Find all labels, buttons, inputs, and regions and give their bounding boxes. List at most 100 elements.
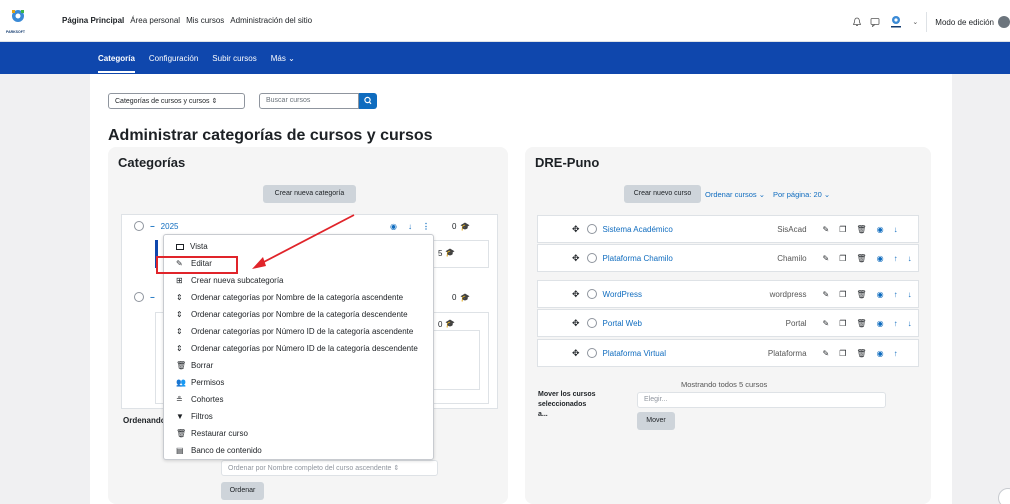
edit-mode-toggle[interactable] [998,16,1010,28]
avatar[interactable] [888,14,904,30]
menu-item-create-subcategory[interactable]: ⊞ Crear nueva subcategoría [176,276,284,285]
course-row[interactable]: ✥ Sistema Académico SisAcad ✎ ❐ 🗑 ◉ ↓ [537,215,919,243]
nav-site-admin[interactable]: Administración del sitio [230,16,312,25]
eye-icon[interactable]: ◉ [877,319,884,328]
copy-icon[interactable]: ❐ [839,290,846,299]
copy-icon[interactable]: ❐ [839,254,846,263]
move-handle-icon[interactable]: ✥ [572,253,580,264]
move-target-select[interactable]: Elegir... [637,392,886,408]
arrow-up-icon[interactable]: ↑ [894,290,898,299]
arrow-down-icon[interactable]: ↓ [908,290,912,299]
trash-icon[interactable]: 🗑 [856,319,866,328]
arrow-down-icon[interactable]: ↓ [908,254,912,263]
trash-icon[interactable]: 🗑 [856,290,866,299]
course-checkbox[interactable] [586,224,597,234]
menu-item-sort-name-desc[interactable]: ⇕ Ordenar categorías por Nombre de la cat… [176,310,408,319]
eye-icon[interactable]: ◉ [877,225,884,234]
trash-icon[interactable]: 🗑 [856,349,866,358]
course-name[interactable]: Portal Web [603,319,753,328]
course-name[interactable]: WordPress [603,290,753,299]
category-name[interactable]: 2025 [161,222,179,231]
pencil-icon[interactable]: ✎ [823,225,830,234]
kebab-menu-icon[interactable]: ⋮ [422,222,430,231]
course-name[interactable]: Sistema Académico [603,225,753,234]
menu-item-view[interactable]: Vista [176,242,208,251]
course-row[interactable]: ✥ Plataforma Chamilo Chamilo ✎ ❐ 🗑 ◉ ↑ ↓ [537,244,919,272]
copy-icon[interactable]: ❐ [839,349,846,358]
move-handle-icon[interactable]: ✥ [572,348,580,359]
pencil-icon[interactable]: ✎ [823,254,830,263]
tab-more[interactable]: Más ⌄ [271,54,295,63]
create-course-button[interactable]: Crear nuevo curso [624,185,701,203]
menu-item-cohorts[interactable]: ≗ Cohortes [176,395,223,404]
move-handle-icon[interactable]: ✥ [572,224,580,235]
tab-settings[interactable]: Configuración [149,54,198,63]
course-checkbox[interactable] [586,318,597,328]
edit-mode-label: Modo de edición [935,17,994,27]
course-row[interactable]: ✥ Plataforma Virtual Plataforma ✎ ❐ 🗑 ◉ … [537,339,919,367]
eye-icon[interactable]: ◉ [390,222,397,231]
course-checkbox[interactable] [586,289,597,299]
view-select[interactable]: Categorías de cursos y cursos ⇕ [108,93,245,109]
move-button[interactable]: Mover [637,412,675,430]
arrow-down-icon[interactable]: ↓ [894,225,898,234]
bell-icon[interactable] [852,17,862,27]
chat-icon[interactable] [870,17,880,27]
sort-courses-select[interactable]: Ordenar por Nombre completo del curso as… [221,460,438,476]
sort-icon: ⇕ [176,293,183,302]
nav-my-courses[interactable]: Mis cursos [186,16,224,25]
pencil-icon[interactable]: ✎ [823,290,830,299]
sort-button[interactable]: Ordenar [221,482,264,500]
arrow-down-icon[interactable]: ↓ [408,222,412,231]
move-handle-icon[interactable]: ✥ [572,318,580,329]
menu-item-restore-course[interactable]: 🗑 Restaurar curso [176,429,248,438]
trash-icon[interactable]: 🗑 [856,225,866,234]
help-button[interactable] [998,488,1010,504]
copy-icon[interactable]: ❐ [839,319,846,328]
pencil-icon[interactable]: ✎ [823,319,830,328]
tab-upload-courses[interactable]: Subir cursos [212,54,256,63]
sort-courses-menu[interactable]: Ordenar cursos ⌄ [705,190,765,199]
menu-item-permissions[interactable]: 👥 Permisos [176,378,224,387]
collapse-icon[interactable]: − [150,293,155,302]
eye-icon[interactable]: ◉ [877,349,884,358]
course-name[interactable]: Plataforma Chamilo [603,254,753,263]
menu-item-filters[interactable]: ▼ Filtros [176,412,213,421]
graduation-cap-icon: 🎓 [445,248,455,257]
menu-item-content-bank[interactable]: ▤ Banco de contenido [176,446,262,455]
menu-item-sort-name-asc[interactable]: ⇕ Ordenar categorías por Nombre de la cat… [176,293,403,302]
course-row[interactable]: ✥ Portal Web Portal ✎ ❐ 🗑 ◉ ↑ ↓ [537,309,919,337]
create-category-button[interactable]: Crear nueva categoría [263,185,356,203]
nav-home[interactable]: Página Principal [62,16,124,25]
trash-icon[interactable]: 🗑 [856,254,866,263]
menu-item-delete[interactable]: 🗑 Borrar [176,361,213,370]
eye-icon[interactable]: ◉ [877,254,884,263]
arrow-up-icon[interactable]: ↑ [894,254,898,263]
sitemap-icon: ⊞ [176,276,183,285]
course-shortname: Plataforma [767,348,807,358]
collapse-icon[interactable]: − [150,222,155,231]
category-checkbox[interactable] [134,292,144,302]
move-handle-icon[interactable]: ✥ [572,289,580,300]
copy-icon[interactable]: ❐ [839,225,846,234]
menu-item-sort-id-asc[interactable]: ⇕ Ordenar categorías por Número ID de la … [176,327,413,336]
category-checkbox[interactable] [134,221,144,231]
sort-icon: ⇕ [176,310,183,319]
nav-dashboard[interactable]: Área personal [130,16,180,25]
arrow-up-icon[interactable]: ↑ [894,319,898,328]
course-checkbox[interactable] [586,348,597,358]
pencil-icon[interactable]: ✎ [823,349,830,358]
tab-category[interactable]: Categoría [98,54,135,73]
arrow-up-icon[interactable]: ↑ [894,349,898,358]
course-row[interactable]: ✥ WordPress wordpress ✎ ❐ 🗑 ◉ ↑ ↓ [537,280,919,308]
course-checkbox[interactable] [586,253,597,263]
search-button[interactable] [359,93,377,109]
search-input[interactable]: Buscar cursos [259,93,359,109]
eye-icon[interactable]: ◉ [877,290,884,299]
course-name[interactable]: Plataforma Virtual [603,349,753,358]
chevron-down-icon[interactable]: ⌄ [912,18,918,26]
arrow-down-icon[interactable]: ↓ [908,319,912,328]
graduation-cap-icon: 🎓 [460,221,470,231]
menu-item-sort-id-desc[interactable]: ⇕ Ordenar categorías por Número ID de la … [176,344,418,353]
per-page-menu[interactable]: Por página: 20 ⌄ [773,190,830,199]
